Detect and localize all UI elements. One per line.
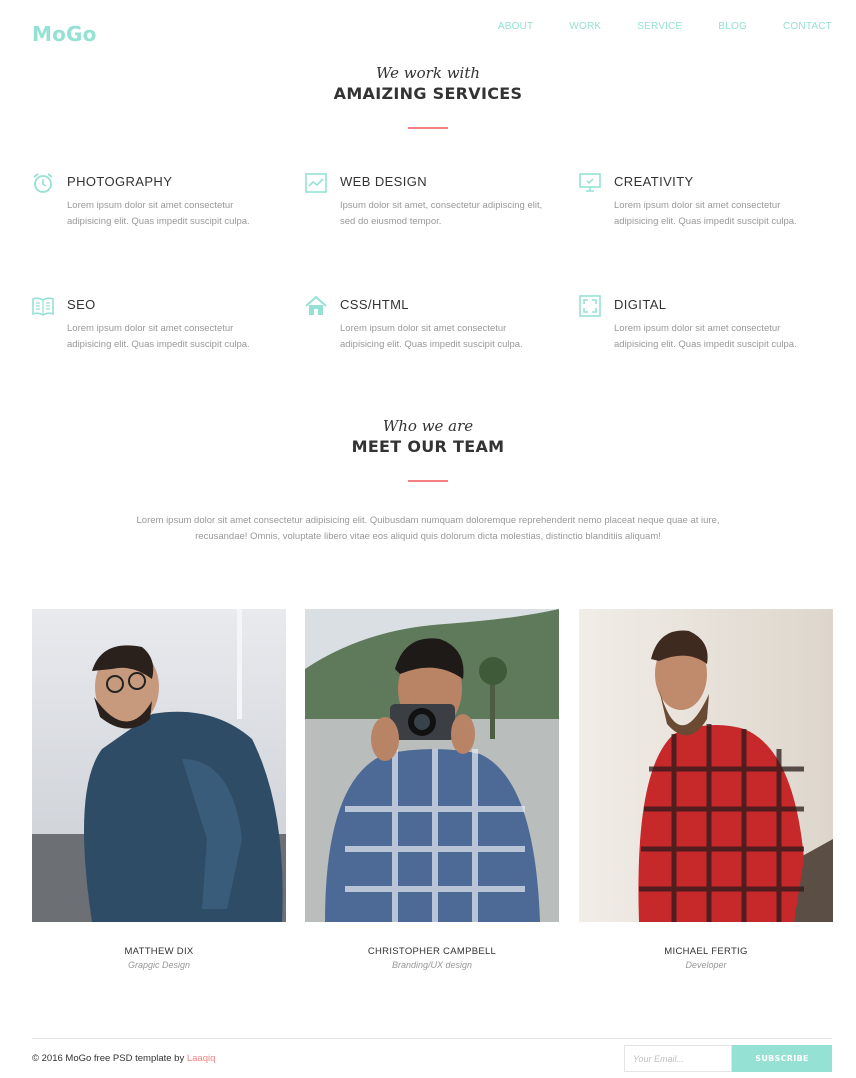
nav-work[interactable]: WORK: [569, 21, 601, 32]
service-text: Lorem ipsum dolor sit amet consectetur a…: [340, 323, 523, 350]
alarm-clock-icon: [33, 173, 53, 193]
services-divider: [408, 127, 448, 129]
book-icon: [32, 297, 54, 316]
service-text: Lorem ipsum dolor sit amet consectetur a…: [614, 323, 797, 350]
team-member-card[interactable]: MATTHEW DIX Grapgic Design: [32, 609, 286, 970]
services-script-title: We work with: [375, 64, 481, 82]
service-title: SEO: [67, 297, 96, 312]
nav-blog[interactable]: BLOG: [718, 21, 747, 32]
team-divider: [408, 480, 448, 482]
service-text: Ipsum dolor sit amet, consectetur adipis…: [340, 200, 543, 227]
team-intro: Lorem ipsum dolor sit amet consectetur a…: [136, 515, 720, 542]
service-title: CREATIVITY: [614, 174, 694, 189]
team-member-card[interactable]: MICHAEL FERTIG Developer: [579, 609, 833, 970]
subscribe-button[interactable]: SUBSCRIBE: [732, 1045, 832, 1072]
service-text: Lorem ipsum dolor sit amet consectetur a…: [67, 200, 250, 227]
house-icon: [305, 295, 327, 315]
services-title: AMAIZING SERVICES: [333, 84, 523, 103]
member-photo: [305, 609, 559, 922]
main-nav: ABOUT WORK SERVICE BLOG CONTACT: [462, 21, 832, 32]
member-role: Branding/UX design: [391, 960, 473, 970]
copyright: © 2016 MoGo free PSD template by Laaqiq: [32, 1053, 215, 1064]
team-member-card[interactable]: CHRISTOPHER CAMPBELL Branding/UX design: [305, 609, 559, 970]
service-title: PHOTOGRAPHY: [67, 174, 173, 189]
service-text: Lorem ipsum dolor sit amet consectetur a…: [67, 323, 250, 350]
member-photo: [579, 609, 833, 922]
team-heading: Who we are MEET OUR TEAM: [0, 417, 856, 482]
member-role: Grapgic Design: [127, 960, 191, 970]
monitor-icon: [579, 173, 601, 192]
team-title: MEET OUR TEAM: [351, 437, 505, 456]
site-header: MoGo ABOUT WORK SERVICE BLOG CONTACT: [32, 18, 832, 54]
nav-about[interactable]: ABOUT: [498, 21, 533, 32]
services-heading: We work with AMAIZING SERVICES: [0, 64, 856, 129]
member-role: Developer: [685, 960, 727, 970]
footer-divider: [32, 1038, 832, 1039]
nav-service[interactable]: SERVICE: [637, 21, 682, 32]
service-title: DIGITAL: [614, 297, 667, 312]
member-name: CHRISTOPHER CAMPBELL: [367, 946, 497, 957]
email-input[interactable]: [624, 1045, 732, 1072]
team-script-title: Who we are: [382, 417, 474, 435]
service-title: WEB DESIGN: [340, 174, 428, 189]
copyright-text: © 2016 MoGo free PSD template by: [32, 1053, 187, 1064]
author-link[interactable]: Laaqiq: [187, 1053, 216, 1064]
member-name: MATTHEW DIX: [124, 946, 194, 957]
fullscreen-icon: [579, 295, 601, 317]
nav-contact[interactable]: CONTACT: [783, 21, 832, 32]
logo[interactable]: MoGo: [32, 22, 97, 46]
service-text: Lorem ipsum dolor sit amet consectetur a…: [614, 200, 797, 227]
chart-line-icon: [305, 173, 327, 193]
member-photo: [32, 609, 286, 922]
service-title: CSS/HTML: [340, 297, 409, 312]
member-name: MICHAEL FERTIG: [664, 946, 748, 957]
